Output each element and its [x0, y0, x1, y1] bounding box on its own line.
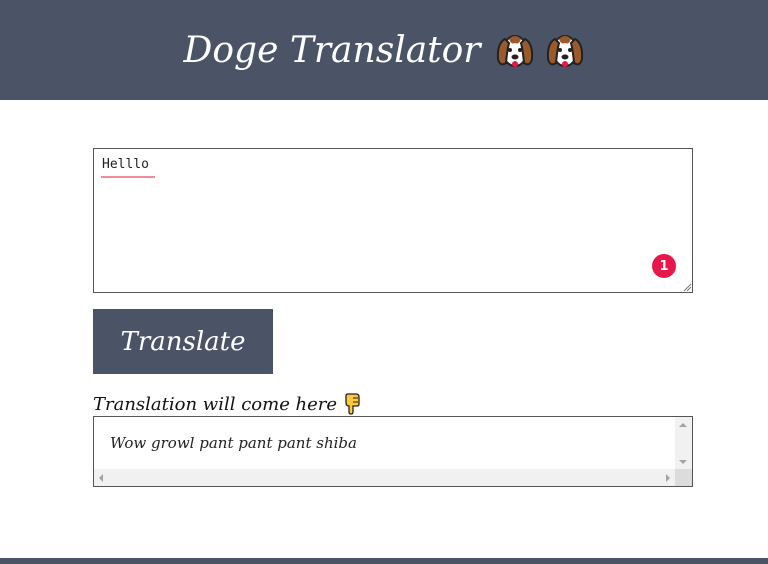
- vertical-scrollbar[interactable]: [675, 417, 692, 470]
- scrollbar-corner: [675, 469, 692, 486]
- footer-bar: [0, 558, 768, 564]
- output-label: Translation will come here: [93, 393, 338, 415]
- app-header: Doge Translator: [0, 0, 768, 100]
- output-text: Wow growl pant pant pant shiba: [110, 434, 357, 452]
- spellcheck-error-badge[interactable]: 1: [652, 254, 676, 278]
- pointing-down-hand-icon: [345, 393, 360, 415]
- horizontal-scrollbar[interactable]: [94, 469, 675, 486]
- scroll-down-arrow-icon[interactable]: [679, 460, 687, 464]
- header-title-wrap: Doge Translator: [184, 29, 585, 71]
- spellcheck-underline: [101, 176, 155, 178]
- input-textarea[interactable]: Helllo: [94, 149, 692, 292]
- scroll-up-arrow-icon[interactable]: [679, 423, 687, 427]
- translate-button[interactable]: Translate: [93, 309, 273, 374]
- output-label-wrap: Translation will come here: [93, 392, 361, 416]
- dog-face-icon: [546, 35, 583, 67]
- app-title: Doge Translator: [183, 29, 481, 71]
- title-icons: [495, 29, 585, 71]
- dog-face-icon: [496, 35, 533, 67]
- scroll-right-arrow-icon[interactable]: [666, 474, 670, 482]
- resize-handle-icon[interactable]: [683, 283, 692, 292]
- output-box: Wow growl pant pant pant shiba: [93, 416, 693, 487]
- scroll-left-arrow-icon[interactable]: [99, 474, 103, 482]
- input-textarea-wrap: Helllo: [93, 148, 693, 293]
